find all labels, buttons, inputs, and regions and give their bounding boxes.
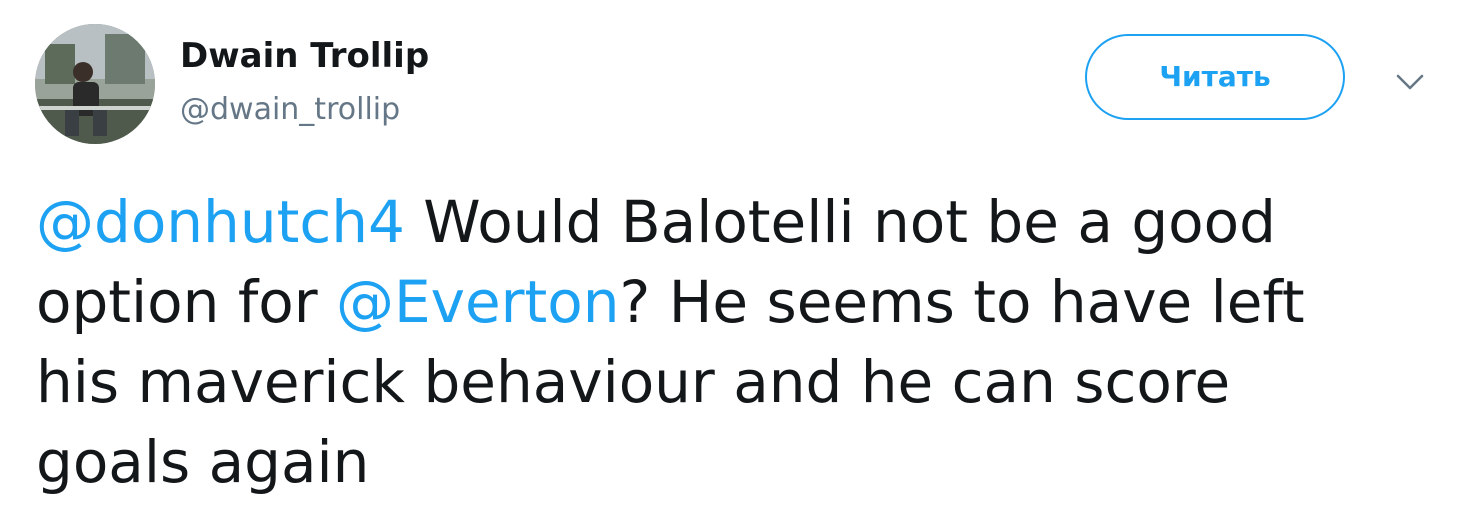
mention-link-everton[interactable]: @Everton xyxy=(336,268,620,336)
tweet-card: Dwain Trollip @dwain_trollip Читать @don… xyxy=(0,0,1460,513)
tweet-line-1: @donhutch4 Would Balotelli not be a good xyxy=(36,182,1436,262)
tweet-text-segment: ? He seems to have left xyxy=(619,268,1305,336)
mention-link-donhutch4[interactable]: @donhutch4 xyxy=(36,188,405,256)
follow-button[interactable]: Читать xyxy=(1085,34,1345,120)
chevron-down-icon[interactable] xyxy=(1392,68,1428,96)
tweet-text-segment: option for xyxy=(36,268,337,336)
avatar-photo-icon xyxy=(35,24,155,144)
tweet-text-segment: Would Balotelli not be a good xyxy=(404,188,1276,256)
tweet-text-segment: goals again xyxy=(36,428,370,496)
tweet-line-3: his maverick behaviour and he can score xyxy=(36,342,1436,422)
author-display-name[interactable]: Dwain Trollip xyxy=(180,34,429,78)
tweet-line-4: goals again xyxy=(36,422,1436,502)
tweet-text-segment: his maverick behaviour and he can score xyxy=(36,348,1231,416)
author-handle[interactable]: @dwain_trollip xyxy=(180,90,400,130)
tweet-line-2: option for @Everton? He seems to have le… xyxy=(36,262,1436,342)
tweet-text: @donhutch4 Would Balotelli not be a good… xyxy=(36,182,1436,502)
author-avatar[interactable] xyxy=(35,24,155,144)
